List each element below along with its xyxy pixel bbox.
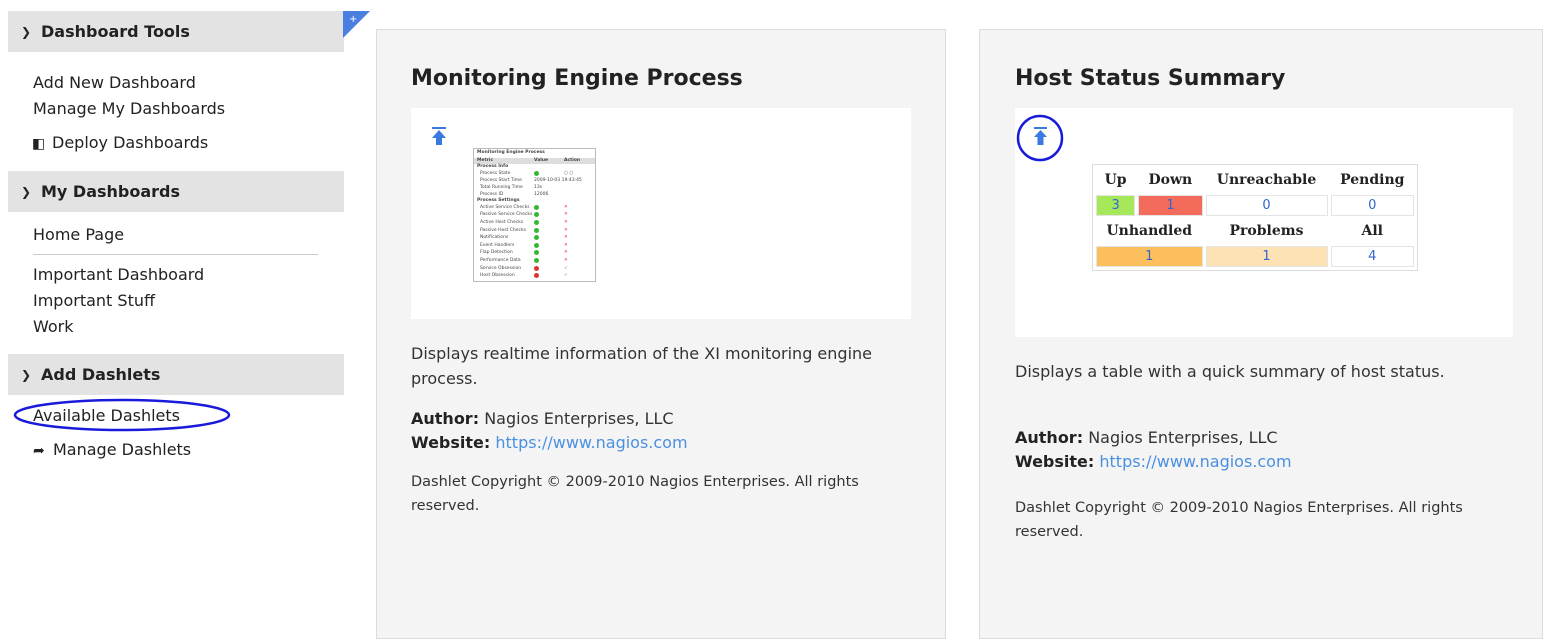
manage-my-dashboards-link[interactable]: Manage My Dashboards xyxy=(33,96,344,122)
upload-icon[interactable] xyxy=(1015,112,1067,164)
pending-count[interactable]: 0 xyxy=(1330,195,1414,216)
website-link[interactable]: https://www.nagios.com xyxy=(1099,452,1291,471)
dashlet-description: Displays realtime information of the XI … xyxy=(411,344,872,388)
section-title: Dashboard Tools xyxy=(41,22,190,41)
manage-dashlets-link[interactable]: ➦ Manage Dashlets xyxy=(33,437,344,464)
col-header: Up xyxy=(1104,172,1127,188)
dashlet-meta: Author: Nagios Enterprises, LLC Website:… xyxy=(411,409,688,452)
dashlet-preview: Up Down Unreachable Pending 3 1 0 0 Unha… xyxy=(1015,108,1513,337)
all-count[interactable]: 4 xyxy=(1330,246,1414,267)
unreachable-count[interactable]: 0 xyxy=(1205,195,1328,216)
share-arrow-icon: ➦ xyxy=(33,443,45,459)
dashlet-title: Host Status Summary xyxy=(1015,66,1286,91)
add-new-dashboard-link[interactable]: Add New Dashboard xyxy=(33,70,344,96)
dashlet-description: Displays a table with a quick summary of… xyxy=(1015,362,1445,381)
dashlet-copyright: Dashlet Copyright © 2009-2010 Nagios Ent… xyxy=(411,474,859,514)
col-header: Unhandled xyxy=(1106,223,1193,239)
add-corner-icon[interactable]: + xyxy=(343,11,370,38)
dashlet-meta: Author: Nagios Enterprises, LLC Website:… xyxy=(1015,428,1292,471)
col-header: Problems xyxy=(1229,223,1304,239)
dashlet-card-host-status-summary[interactable]: Host Status Summary Up Down Unreachable … xyxy=(979,29,1543,639)
section-header-my-dashboards[interactable]: ❯ My Dashboards xyxy=(8,171,344,212)
deploy-icon: ◧ xyxy=(32,136,46,152)
unhandled-count[interactable]: 1 xyxy=(1096,246,1203,267)
section-title: Add Dashlets xyxy=(41,365,161,384)
section-header-add-dashlets[interactable]: ❯ Add Dashlets xyxy=(8,354,344,395)
col-header: Down xyxy=(1148,172,1193,188)
dashboard-link[interactable]: Work xyxy=(33,314,344,340)
col-header: Unreachable xyxy=(1216,172,1317,188)
chevron-down-icon: ❯ xyxy=(21,367,32,382)
divider xyxy=(33,254,318,255)
dashboard-link[interactable]: Important Dashboard xyxy=(33,262,344,288)
section-title: My Dashboards xyxy=(41,182,181,201)
col-header: All xyxy=(1361,223,1384,239)
svg-text:+: + xyxy=(349,14,357,25)
upload-icon[interactable] xyxy=(431,126,447,146)
chevron-down-icon: ❯ xyxy=(21,184,32,199)
dashlet-title: Monitoring Engine Process xyxy=(411,66,743,91)
up-count[interactable]: 3 xyxy=(1096,195,1136,216)
mini-process-table: Monitoring Engine Process Metric Value Act… xyxy=(473,148,596,282)
highlight-ellipse xyxy=(13,398,231,432)
host-status-table: Up Down Unreachable Pending 3 1 0 0 Unha… xyxy=(1092,164,1418,271)
chevron-down-icon: ❯ xyxy=(21,24,32,39)
section-header-dashboard-tools[interactable]: ❯ Dashboard Tools xyxy=(8,11,344,52)
dashboard-link[interactable]: Important Stuff xyxy=(33,288,344,314)
sidebar: ❯ Dashboard Tools Add New Dashboard Mana… xyxy=(8,11,344,640)
problems-count[interactable]: 1 xyxy=(1205,246,1328,267)
col-header: Pending xyxy=(1340,172,1405,188)
dashlet-copyright: Dashlet Copyright © 2009-2010 Nagios Ent… xyxy=(1015,500,1463,540)
available-dashlets-link[interactable]: Available Dashlets xyxy=(13,398,231,432)
down-count[interactable]: 1 xyxy=(1138,195,1203,216)
dashlet-card-monitoring-engine[interactable]: Monitoring Engine Process Monitoring Eng… xyxy=(376,29,946,639)
website-link[interactable]: https://www.nagios.com xyxy=(495,433,687,452)
deploy-dashboards-link[interactable]: ◧ Deploy Dashboards xyxy=(32,130,344,157)
home-page-link[interactable]: Home Page xyxy=(33,222,344,248)
dashlet-preview: Monitoring Engine Process Metric Value Act… xyxy=(411,108,911,319)
